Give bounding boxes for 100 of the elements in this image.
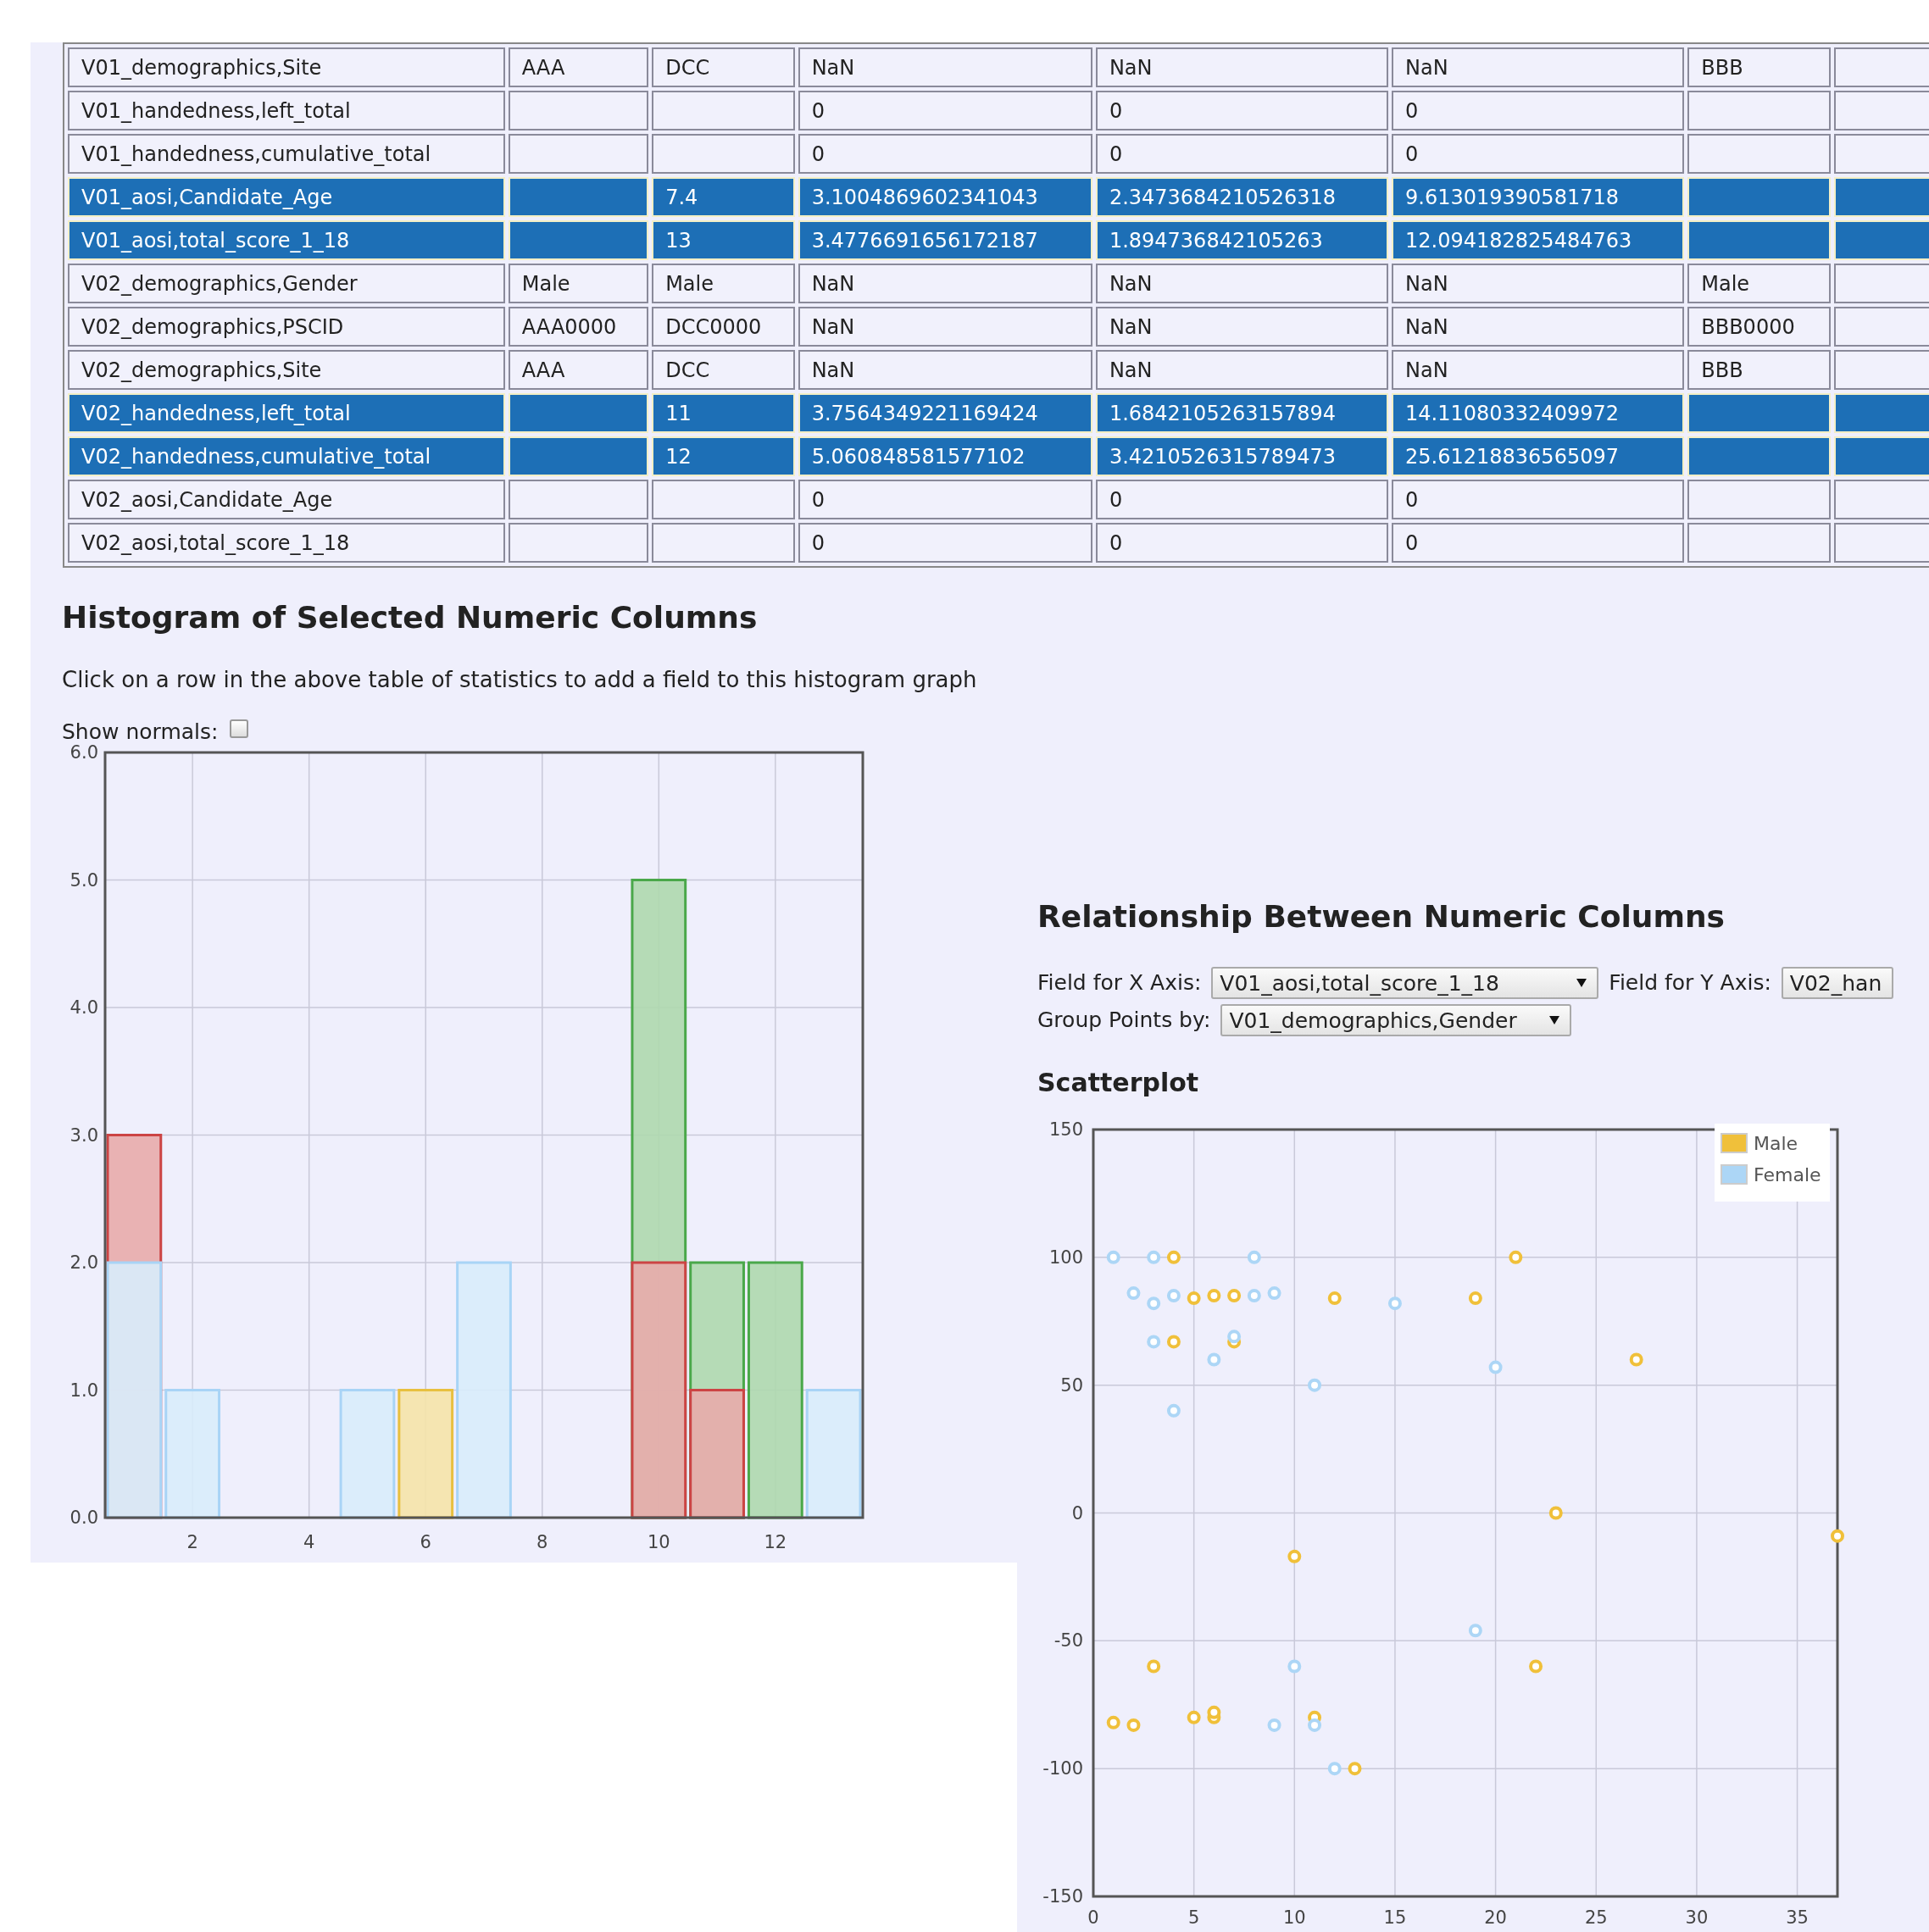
axis-tick-label: 20 <box>1484 1907 1507 1927</box>
axis-tick-label: 35 <box>1786 1907 1809 1927</box>
axis-tick-label: 50 <box>1060 1374 1083 1396</box>
axis-tick-label: 5.0 <box>69 869 98 891</box>
field-label: Field for Y Axis: <box>1609 971 1771 995</box>
table-cell: 3.1004869602341043 <box>798 177 1092 217</box>
axis-tick-label: 1.0 <box>69 1380 98 1401</box>
table-cell: 5.060848581577102 <box>798 436 1092 476</box>
table-cell: Male <box>1687 264 1831 303</box>
axis-tick-label: 10 <box>647 1532 670 1552</box>
table-cell: BBB0000 <box>1687 307 1831 347</box>
table-cell: 12 <box>652 436 795 476</box>
table-cell: NaN <box>1095 350 1389 390</box>
table-cell: V02_demographics,PSCID <box>68 307 505 347</box>
table-cell: 3.4776691656172187 <box>798 220 1092 260</box>
axis-tick-label: 100 <box>1048 1246 1083 1268</box>
axis-tick-label: 10 <box>1282 1907 1306 1927</box>
axis-tick-label: 8 <box>536 1532 548 1552</box>
table-cell: BBB <box>1687 47 1831 87</box>
table-cell: 3.4210526315789473 <box>1095 436 1389 476</box>
table-cell: NaN <box>1095 47 1389 87</box>
axis-tick-label: -150 <box>1042 1886 1083 1907</box>
table-cell: NaN <box>1095 264 1389 303</box>
table-cell: 14.11080332409972 <box>1392 393 1685 433</box>
table-cell: NaN <box>798 47 1092 87</box>
axis-tick-label: 0 <box>1087 1907 1099 1927</box>
table-cell: 0 <box>1095 134 1389 174</box>
table-cell: AAA <box>508 350 649 390</box>
table-cell: 0 <box>1095 91 1389 130</box>
table-cell: V01_handedness,cumulative_total <box>68 134 505 174</box>
axis-tick-label: 6 <box>420 1532 431 1552</box>
table-cell: Male <box>652 264 795 303</box>
axis-tick-label: 15 <box>1383 1907 1407 1927</box>
table-cell: 0 <box>1392 523 1685 563</box>
table-cell: 13 <box>652 220 795 260</box>
table-cell: 9.613019390581718 <box>1392 177 1685 217</box>
axis-tick-label: 4 <box>303 1532 315 1552</box>
section-heading: Relationship Between Numeric Columns <box>1037 898 1726 935</box>
axis-tick-label: 30 <box>1685 1907 1709 1927</box>
axis-tick-label: 6.0 <box>69 744 98 763</box>
table-cell: 2.3473684210526318 <box>1095 177 1389 217</box>
axis-tick-label: 3.0 <box>69 1124 98 1146</box>
table-cell: AAA <box>508 47 649 87</box>
table-cell: 0 <box>798 134 1092 174</box>
instruction-text: Click on a row in the above table of statistics to add a field to this histogram graph <box>62 666 978 693</box>
axis-tick-label: -100 <box>1042 1758 1083 1779</box>
table-cell: NaN <box>798 264 1092 303</box>
axis-tick-label: 2.0 <box>69 1252 98 1273</box>
table-cell: NaN <box>1392 264 1685 303</box>
table-cell: V01_handedness,left_total <box>68 91 505 130</box>
table-cell: NaN <box>1392 307 1685 347</box>
field-label: Group Points by: <box>1037 1008 1211 1032</box>
section-heading: Histogram of Selected Numeric Columns <box>62 599 759 636</box>
table-cell: DCC <box>652 47 795 87</box>
table-cell: 7.4 <box>652 177 795 217</box>
table-cell: NaN <box>1095 307 1389 347</box>
table-cell: DCC0000 <box>652 307 795 347</box>
chart-title: Scatterplot <box>1037 1068 1200 1098</box>
table-cell: V01_aosi,total_score_1_18 <box>68 220 505 260</box>
table-cell: BBB <box>1687 350 1831 390</box>
table-cell: V02_handedness,left_total <box>68 393 505 433</box>
table-cell: 0 <box>798 480 1092 519</box>
table-cell: 0 <box>798 523 1092 563</box>
axis-tick-label: 0 <box>1071 1502 1083 1524</box>
axis-tick-label: 0.0 <box>69 1507 98 1528</box>
table-cell: 0 <box>798 91 1092 130</box>
table-cell: 0 <box>1095 523 1389 563</box>
legend-label: Male <box>1754 1133 1798 1154</box>
field-label: Field for X Axis: <box>1037 971 1202 995</box>
table-cell: V01_demographics,Site <box>68 47 505 87</box>
table-cell: NaN <box>1392 47 1685 87</box>
table-cell: 0 <box>1392 134 1685 174</box>
legend-label: Female <box>1754 1164 1821 1185</box>
table-cell: NaN <box>1392 350 1685 390</box>
table-cell: Male <box>508 264 649 303</box>
table-cell: 0 <box>1095 480 1389 519</box>
table-cell: V02_aosi,Candidate_Age <box>68 480 505 519</box>
table-cell: 12.094182825484763 <box>1392 220 1685 260</box>
axis-tick-label: 12 <box>764 1532 787 1552</box>
axis-tick-label: 25 <box>1584 1907 1608 1927</box>
axis-tick-label: 150 <box>1048 1119 1083 1140</box>
table-cell: NaN <box>798 350 1092 390</box>
table-cell: DCC <box>652 350 795 390</box>
table-cell: V02_aosi,total_score_1_18 <box>68 523 505 563</box>
table-cell: 3.7564349221169424 <box>798 393 1092 433</box>
table-cell: 11 <box>652 393 795 433</box>
axis-tick-label: 2 <box>186 1532 198 1552</box>
table-cell: AAA0000 <box>508 307 649 347</box>
table-cell: V02_demographics,Site <box>68 350 505 390</box>
axis-tick-label: 5 <box>1187 1907 1200 1927</box>
table-cell: V02_demographics,Gender <box>68 264 505 303</box>
table-cell: V02_handedness,cumulative_total <box>68 436 505 476</box>
table-cell: NaN <box>798 307 1092 347</box>
table-cell: V01_aosi,Candidate_Age <box>68 177 505 217</box>
table-cell: 1.894736842105263 <box>1095 220 1389 260</box>
checkbox-label: Show normals: <box>62 720 219 744</box>
axis-tick-label: -50 <box>1053 1630 1083 1652</box>
axis-tick-label: 4.0 <box>69 997 98 1018</box>
table-cell: 0 <box>1392 480 1685 519</box>
table-cell: 1.6842105263157894 <box>1095 393 1389 433</box>
